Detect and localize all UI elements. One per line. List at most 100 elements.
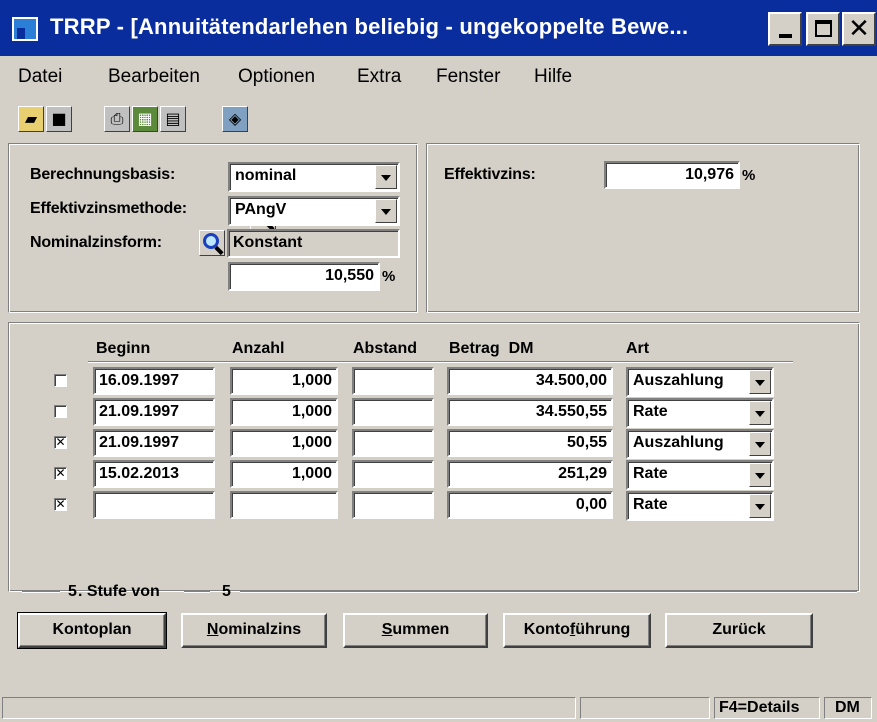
menu-datei[interactable]: Datei bbox=[18, 66, 62, 88]
abstand-field[interactable] bbox=[352, 491, 434, 519]
nominalzins-label: ominalzins bbox=[218, 621, 302, 638]
header-betrag: Betrag DM bbox=[449, 340, 534, 357]
minimize-button[interactable] bbox=[768, 12, 802, 46]
close-icon: ✕ bbox=[848, 14, 870, 44]
row-checkbox[interactable] bbox=[54, 405, 67, 418]
art-value: Auszahlung bbox=[633, 434, 724, 451]
menu-fenster[interactable]: Fenster bbox=[436, 66, 500, 88]
status-bar: F4=Details DM bbox=[0, 696, 877, 722]
kontoplan-button[interactable]: Kontoplan bbox=[17, 612, 167, 649]
zurueck-button[interactable]: Zurück bbox=[665, 613, 813, 648]
chevron-down-icon[interactable] bbox=[749, 463, 771, 487]
abstand-field[interactable] bbox=[352, 367, 434, 395]
beginn-field[interactable]: 15.02.2013 bbox=[93, 460, 215, 488]
row-checkbox[interactable]: ✕ bbox=[54, 436, 67, 449]
calculator-icon[interactable]: ▦ bbox=[132, 106, 158, 132]
kontofuehrung-post: ührung bbox=[575, 621, 631, 638]
art-value: Rate bbox=[633, 403, 668, 420]
nominalzinsform-search-icon[interactable] bbox=[199, 230, 225, 256]
save-disk-icon[interactable]: ■ bbox=[46, 106, 72, 132]
effektivzinsmethode-select[interactable]: PAngV bbox=[228, 196, 400, 226]
anzahl-field[interactable]: 1,000 bbox=[230, 398, 338, 426]
abstand-field[interactable] bbox=[352, 429, 434, 457]
summen-button[interactable]: Summen bbox=[343, 613, 488, 648]
open-folder-icon[interactable]: ▰ bbox=[18, 106, 44, 132]
chevron-down-icon[interactable] bbox=[375, 165, 397, 189]
betrag-field[interactable]: 50,55 bbox=[447, 429, 613, 457]
kontofuehrung-button[interactable]: Kontoführung bbox=[503, 613, 651, 648]
art-select[interactable]: Rate bbox=[626, 491, 774, 521]
chevron-down-icon[interactable] bbox=[749, 401, 771, 425]
status-message bbox=[2, 697, 576, 719]
menu-bar: Datei Bearbeiten Optionen Extra Fenster … bbox=[0, 56, 877, 100]
nominalzins-field[interactable]: 10,550 bbox=[228, 262, 380, 291]
window-title: TRRP - [Annuitätendarlehen beliebig - un… bbox=[50, 14, 689, 39]
berechnungsbasis-label: Berechnungsbasis: bbox=[30, 166, 176, 183]
anzahl-field[interactable] bbox=[230, 491, 338, 519]
maximize-button[interactable] bbox=[806, 12, 840, 46]
status-details: F4=Details bbox=[714, 697, 820, 719]
effektivzinsmethode-value: PAngV bbox=[235, 201, 287, 218]
art-select[interactable]: Rate bbox=[626, 398, 774, 428]
effektivzins-label: Effektivzins: bbox=[444, 166, 536, 183]
effektivzins-field: 10,976 bbox=[604, 161, 740, 189]
abstand-field[interactable] bbox=[352, 398, 434, 426]
betrag-field[interactable]: 34.550,55 bbox=[447, 398, 613, 426]
nominalzins-mnemonic: N bbox=[206, 621, 219, 638]
nominalzinsform-label: Nominalzinsform: bbox=[30, 234, 162, 251]
header-anzahl: Anzahl bbox=[232, 340, 285, 357]
row-checkbox[interactable] bbox=[54, 374, 67, 387]
effektivzinsmethode-label: Effektivzinsmethode: bbox=[30, 200, 187, 217]
betrag-field[interactable]: 34.500,00 bbox=[447, 367, 613, 395]
betrag-field[interactable]: 251,29 bbox=[447, 460, 613, 488]
beginn-field[interactable]: 21.09.1997 bbox=[93, 398, 215, 426]
stufe-current: 5 bbox=[68, 583, 77, 600]
chevron-down-icon[interactable] bbox=[749, 370, 771, 394]
beginn-field[interactable]: 16.09.1997 bbox=[93, 367, 215, 395]
stufe-text: . Stufe von bbox=[78, 583, 160, 600]
art-value: Rate bbox=[633, 496, 668, 513]
header-art: Art bbox=[626, 340, 650, 357]
menu-bearbeiten[interactable]: Bearbeiten bbox=[108, 66, 200, 88]
effektivzins-percent: % bbox=[742, 167, 756, 184]
title-bar: TRRP - [Annuitätendarlehen beliebig - un… bbox=[0, 0, 877, 56]
menu-extra[interactable]: Extra bbox=[357, 66, 401, 88]
art-select[interactable]: Auszahlung bbox=[626, 429, 774, 459]
berechnungsbasis-value: nominal bbox=[235, 167, 297, 184]
art-value: Auszahlung bbox=[633, 372, 724, 389]
form-icon[interactable]: ▤ bbox=[160, 106, 186, 132]
art-select[interactable]: Auszahlung bbox=[626, 367, 774, 397]
anzahl-field[interactable]: 1,000 bbox=[230, 367, 338, 395]
chevron-down-icon[interactable] bbox=[375, 199, 397, 223]
art-select[interactable]: Rate bbox=[626, 460, 774, 490]
nominalzins-percent: % bbox=[382, 268, 396, 285]
cards-icon[interactable]: ◈ bbox=[222, 106, 248, 132]
chevron-down-icon[interactable] bbox=[749, 432, 771, 456]
nominalzins-button[interactable]: Nominalzins bbox=[181, 613, 327, 648]
menu-hilfe[interactable]: Hilfe bbox=[534, 66, 572, 88]
app-icon[interactable] bbox=[12, 17, 38, 41]
menu-optionen[interactable]: Optionen bbox=[238, 66, 315, 88]
toolbar: ▰ ■ ⎙ ▦ ▤ ◈ bbox=[0, 100, 877, 232]
maximize-icon bbox=[815, 20, 832, 37]
beginn-field[interactable] bbox=[93, 491, 215, 519]
berechnungsbasis-select[interactable]: nominal bbox=[228, 162, 400, 192]
header-divider bbox=[88, 361, 793, 363]
summen-label: ummen bbox=[392, 621, 450, 638]
row-checkbox[interactable]: ✕ bbox=[54, 467, 67, 480]
status-info bbox=[580, 697, 710, 719]
betrag-field[interactable]: 0,00 bbox=[447, 491, 613, 519]
anzahl-field[interactable]: 1,000 bbox=[230, 460, 338, 488]
stufe-total: 5 bbox=[222, 583, 231, 600]
anzahl-field[interactable]: 1,000 bbox=[230, 429, 338, 457]
print-icon[interactable]: ⎙ bbox=[104, 106, 130, 132]
kontofuehrung-pre: Konto bbox=[523, 621, 570, 638]
art-value: Rate bbox=[633, 465, 668, 482]
row-checkbox[interactable]: ✕ bbox=[54, 498, 67, 511]
abstand-field[interactable] bbox=[352, 460, 434, 488]
beginn-field[interactable]: 21.09.1997 bbox=[93, 429, 215, 457]
header-abstand: Abstand bbox=[353, 340, 417, 357]
close-button[interactable]: ✕ bbox=[842, 12, 876, 46]
chevron-down-icon[interactable] bbox=[749, 494, 771, 518]
stufe-divider-left bbox=[22, 591, 60, 593]
